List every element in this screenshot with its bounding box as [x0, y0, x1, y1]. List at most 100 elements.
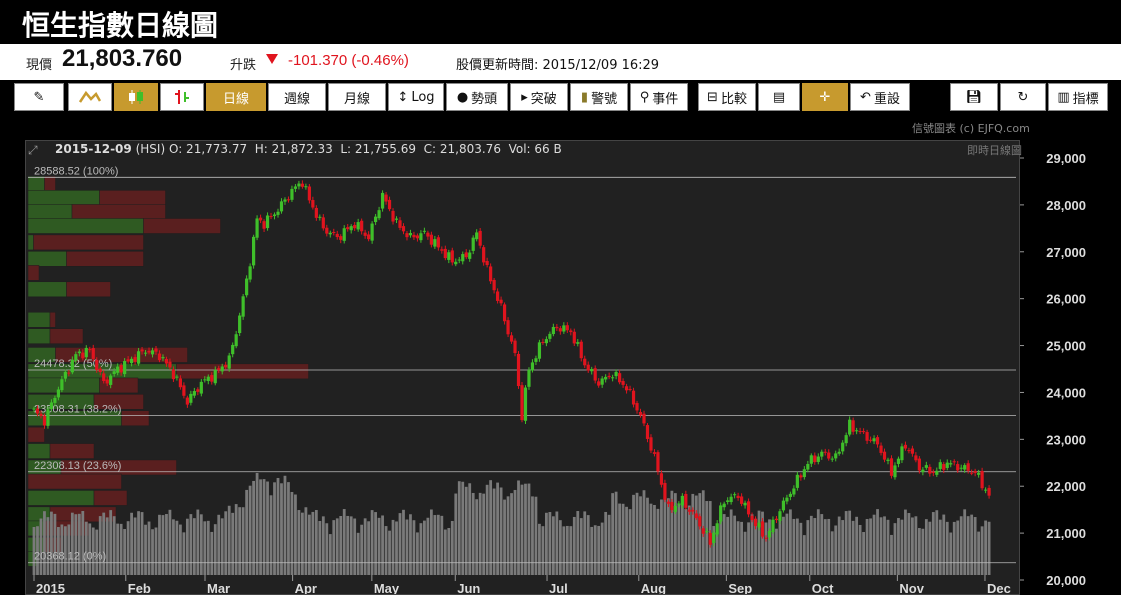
- candle-body: [123, 361, 127, 375]
- candle-body: [516, 353, 521, 387]
- candle-body: [168, 361, 172, 368]
- volume-bar: [642, 490, 646, 575]
- candle-body: [248, 266, 252, 280]
- volume-profile-down-bar: [49, 328, 84, 344]
- volume-bar: [151, 529, 154, 575]
- candle-body: [572, 331, 576, 344]
- candle-body: [694, 513, 698, 519]
- candle-body: [576, 342, 580, 344]
- candle-body: [774, 518, 779, 521]
- volume-bar: [538, 523, 541, 575]
- volume-bar: [893, 523, 897, 575]
- volume-bar: [513, 489, 517, 575]
- volume-bar: [858, 524, 862, 575]
- candle-body: [454, 261, 458, 265]
- volume-bar: [593, 525, 597, 575]
- candle-body: [956, 464, 960, 471]
- candle-body: [942, 464, 946, 470]
- y-tick-label: 22,000: [1046, 479, 1086, 494]
- candle-body: [618, 373, 622, 383]
- candle-body: [924, 465, 928, 468]
- volume-bar: [158, 514, 161, 575]
- candle-body: [848, 419, 852, 435]
- candle-body: [468, 252, 472, 259]
- candle-body: [604, 376, 608, 380]
- volume-bar: [245, 489, 249, 575]
- candle-body: [450, 250, 454, 263]
- candle-body: [252, 236, 256, 266]
- candle-body: [377, 210, 381, 219]
- volume-bar: [911, 517, 914, 575]
- candle-body: [767, 530, 772, 538]
- volume-bar: [799, 522, 803, 575]
- candle-body: [719, 505, 723, 522]
- candle-body: [140, 349, 144, 352]
- expand-icon[interactable]: ⤢: [28, 143, 44, 157]
- candle-body: [837, 451, 841, 454]
- candle-body: [342, 228, 346, 241]
- volume-profile-down-bar: [49, 443, 95, 459]
- candle-body: [471, 237, 475, 251]
- volume-bar: [123, 529, 127, 575]
- volume-bar: [586, 515, 590, 575]
- volume-bar: [785, 513, 789, 575]
- volume-bar: [764, 522, 768, 575]
- candle-body: [46, 409, 50, 426]
- candle-body: [109, 375, 113, 385]
- volume-bar: [551, 516, 555, 575]
- candle-body: [502, 304, 507, 322]
- volume-bar: [830, 531, 834, 575]
- volume-bar: [147, 521, 151, 575]
- candle-body: [492, 279, 496, 291]
- candle-body: [196, 389, 200, 392]
- volume-bar: [928, 521, 932, 575]
- volume-bar: [220, 518, 224, 575]
- volume-bar: [168, 509, 172, 575]
- candle-body: [332, 231, 336, 234]
- volume-bar: [775, 528, 778, 575]
- candle-body: [360, 220, 364, 232]
- volume-bar: [809, 515, 813, 575]
- x-tick-label: Sep: [728, 581, 752, 595]
- candle-body: [304, 186, 308, 188]
- info-symbol: (HSI): [135, 142, 166, 156]
- x-tick-label: Nov: [899, 581, 924, 595]
- x-tick-label: 2015: [36, 581, 65, 595]
- candle-body: [367, 234, 371, 240]
- candle-body: [670, 501, 674, 511]
- volume-bar: [74, 514, 78, 575]
- volume-profile-down-bar: [27, 426, 45, 443]
- candle-body: [95, 360, 99, 370]
- candle-body: [335, 233, 339, 238]
- candle-body: [440, 249, 444, 251]
- candle-body: [649, 437, 653, 451]
- candle-body: [935, 470, 939, 475]
- volume-bar: [945, 521, 949, 575]
- volume-bar: [841, 520, 845, 575]
- volume-bar: [583, 511, 587, 575]
- volume-bar: [210, 531, 214, 575]
- candle-body: [408, 233, 413, 236]
- candle-body: [67, 372, 71, 374]
- volume-bar: [443, 529, 447, 575]
- volume-bar: [789, 509, 792, 575]
- volume-bar: [391, 519, 395, 575]
- candle-body: [161, 357, 165, 359]
- volume-bar: [722, 514, 726, 575]
- candle-body: [691, 509, 695, 512]
- candle-body: [684, 494, 688, 508]
- volume-bar: [517, 480, 520, 575]
- candle-body: [638, 411, 643, 416]
- candle-body: [485, 260, 489, 266]
- volume-bar: [43, 511, 46, 575]
- volume-bar: [70, 512, 74, 575]
- volume-bar: [161, 515, 165, 575]
- volume-profile-up-bar: [27, 190, 100, 206]
- volume-bar: [949, 532, 953, 575]
- volume-profile-up-bar: [27, 218, 144, 234]
- volume-bar: [823, 519, 827, 575]
- x-tick-label: Jul: [549, 581, 568, 595]
- volume-bar: [597, 525, 601, 575]
- volume-bar: [199, 514, 203, 575]
- volume-bar: [172, 519, 175, 575]
